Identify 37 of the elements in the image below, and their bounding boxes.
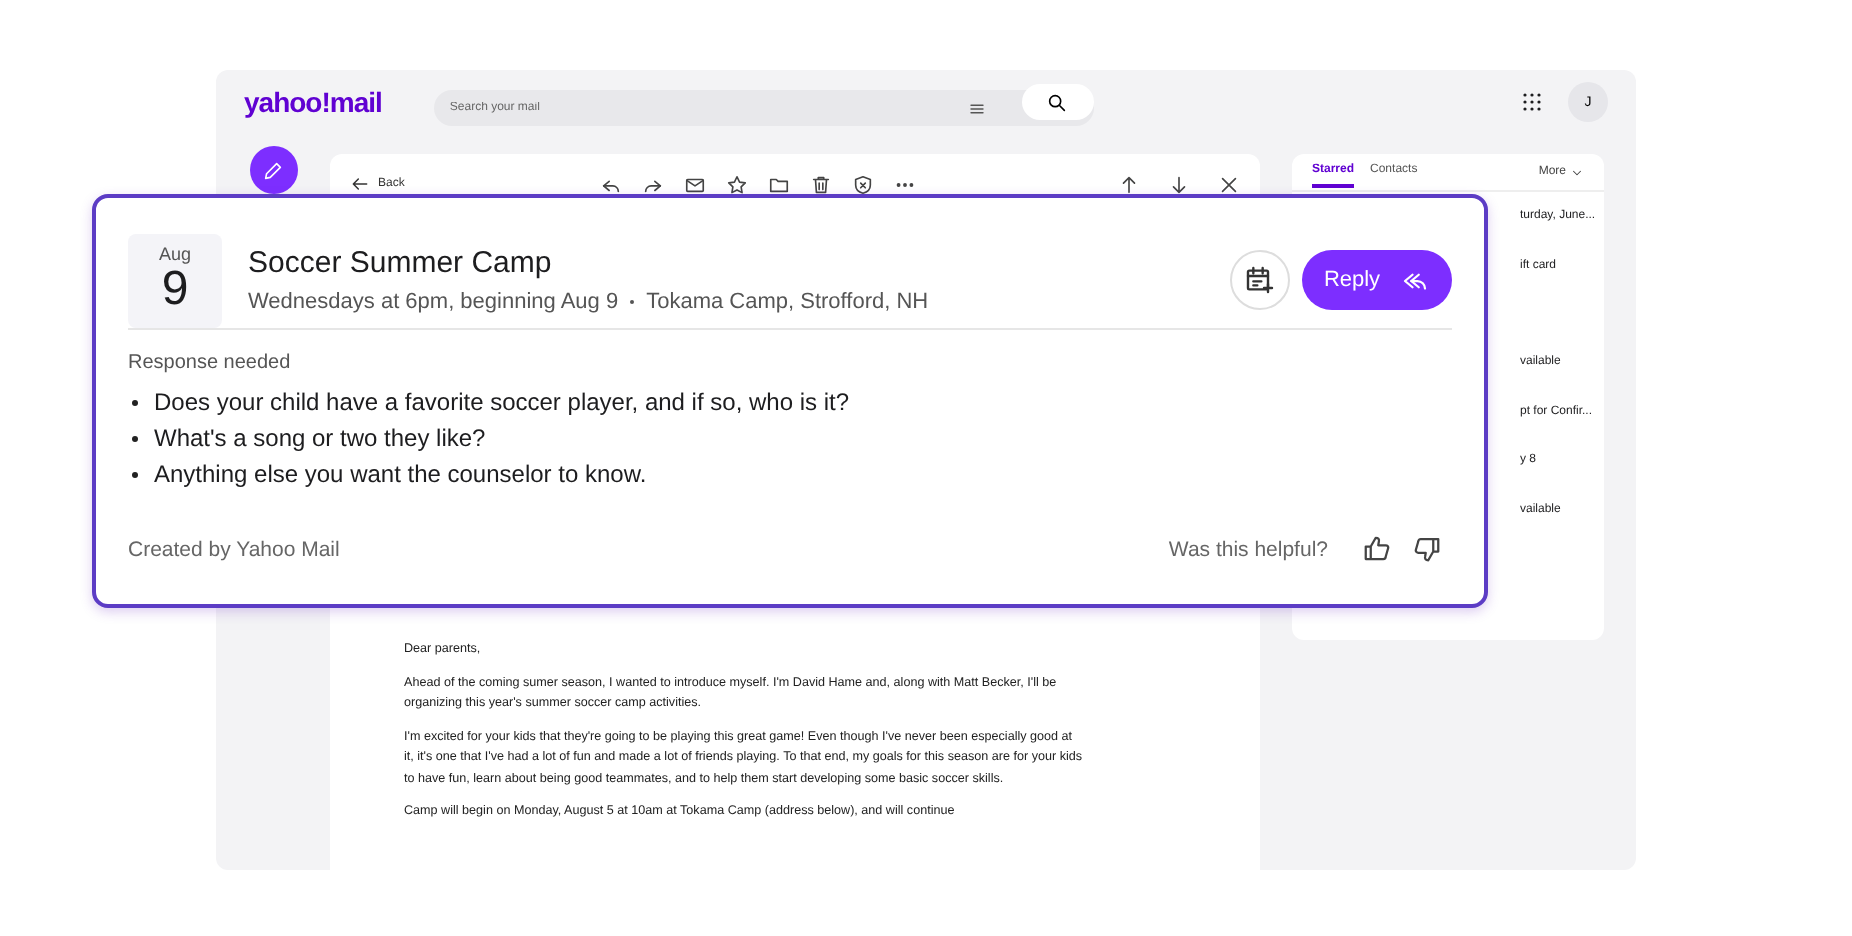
chevron-down-icon [1570,165,1584,179]
date-day: 9 [161,264,189,316]
trash-icon[interactable] [810,173,833,195]
shield-icon[interactable] [852,173,875,195]
event-location: Tokama Camp, Strofford, NH [646,290,929,314]
reply-button[interactable]: Reply [1302,250,1452,310]
folder-icon[interactable] [768,173,791,195]
feedback-prompt: Was this helpful? [1168,537,1328,561]
question-text: Does your child have a favorite soccer player, and if so, who is it? [154,386,850,420]
bullet [132,435,138,441]
thumbs-down-icon [1412,534,1442,564]
app-logo: yahoo!mail [244,86,382,118]
arrow-left-icon [350,174,370,194]
created-by-text: Created by Yahoo Mail [128,537,340,561]
compose-button[interactable] [249,146,297,194]
arrow-up-icon[interactable] [1118,173,1140,195]
event-title: Soccer Summer Camp [248,246,554,280]
bullet [132,471,138,477]
apps-grid-icon[interactable] [1520,90,1544,114]
close-icon[interactable] [1218,173,1240,195]
search-icon[interactable] [1046,91,1069,113]
envelope-icon[interactable] [684,173,707,195]
date-month: Aug [158,244,191,264]
star-icon[interactable] [726,173,749,195]
thumbs-up-icon [1362,534,1392,564]
search-button[interactable] [1021,84,1094,120]
question-text: Anything else you want the counselor to know. [154,458,647,492]
bullet [132,399,138,405]
add-to-calendar-button[interactable] [1230,250,1290,310]
calendar-plus-icon [1244,264,1276,296]
separator-dot [630,300,635,304]
filter-icon[interactable] [967,100,986,118]
arrow-down-icon[interactable] [1168,173,1190,195]
section-label: Response needed [128,352,293,374]
pencil-icon [262,159,284,181]
event-time: Wednesdays at 6pm, beginning Aug 9 [248,290,619,314]
question-text: What's a song or two they like? [154,422,486,456]
